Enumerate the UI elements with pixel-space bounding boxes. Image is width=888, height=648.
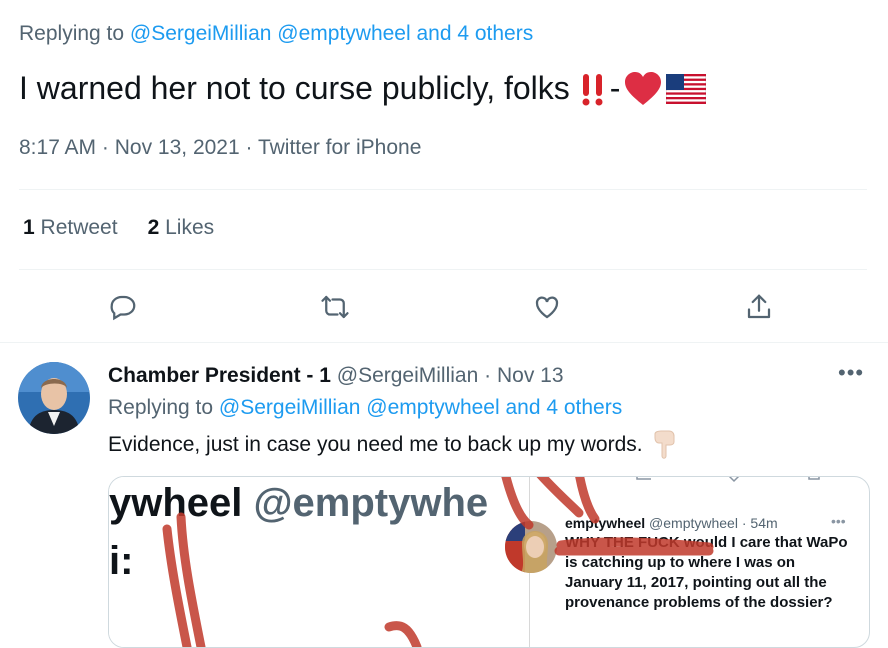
- media-big-header: ywheel @emptywhe: [109, 481, 488, 526]
- media-big-name: ywheel: [109, 481, 243, 525]
- replying-to-link[interactable]: @SergeiMillian @emptywheel and 4 others: [130, 22, 533, 45]
- tweet-text: I warned her not to curse publicly, folk…: [19, 70, 707, 107]
- tweet-meta: 8:17 AM · Nov 13, 2021 · Twitter for iPh…: [19, 136, 422, 159]
- media-inner-text: WHY THE FUCK would I care that WaPo is c…: [565, 534, 848, 611]
- us-flag-icon: [666, 73, 707, 104]
- likes-stat[interactable]: 2 Likes: [148, 216, 215, 240]
- media-big-line2: i:: [109, 539, 134, 583]
- profile-photo: [18, 362, 90, 434]
- likes-count: 2: [147, 216, 160, 239]
- dash-glyph: -: [609, 70, 621, 106]
- replying-prefix: Replying to: [19, 22, 125, 45]
- retweets-label: Retweet: [40, 216, 118, 239]
- like-icon: [535, 296, 559, 319]
- retweets-stat[interactable]: 1 Retweet: [23, 216, 118, 240]
- reply-date[interactable]: Nov 13: [497, 364, 564, 387]
- media-inner-handle: @emptywheel: [649, 515, 738, 531]
- divider-mid: [19, 269, 867, 270]
- tweet-client[interactable]: Twitter for iPhone: [258, 136, 421, 159]
- divider-bottom: [0, 342, 888, 343]
- media-left-panel: ywheel @emptywhe i:: [109, 477, 529, 647]
- media-inner-name: emptywheel: [565, 515, 646, 531]
- reply-text-body: Evidence, just in case you need me to ba…: [108, 433, 643, 456]
- reply-text: Evidence, just in case you need me to ba…: [108, 430, 677, 460]
- reply-author-name[interactable]: Chamber President - 1: [108, 364, 331, 387]
- share-button[interactable]: [742, 290, 776, 324]
- tweet-date[interactable]: Nov 13, 2021: [115, 136, 240, 159]
- media-inner-header: emptywheel @emptywheel · 54m: [565, 515, 778, 531]
- reply-dot: ·: [484, 364, 492, 387]
- media-inner-more-icon: •••: [831, 513, 846, 529]
- likes-label: Likes: [165, 216, 215, 239]
- like-button[interactable]: [530, 290, 564, 324]
- tweet-text-body: I warned her not to curse publicly, folk…: [19, 70, 570, 106]
- media-image[interactable]: ywheel @emptywhe i: emptywheel @emptywhe…: [108, 476, 870, 648]
- tweet-time[interactable]: 8:17 AM: [19, 136, 96, 159]
- pointing-down-hand-icon: [654, 430, 675, 459]
- media-inner-avatar: [505, 521, 557, 573]
- avatar[interactable]: [18, 362, 90, 434]
- heart-emoji-icon: [625, 71, 662, 105]
- reply-header: Chamber President - 1 @SergeiMillian · N…: [108, 364, 564, 388]
- reply-replying-line: Replying to @SergeiMillian @emptywheel a…: [108, 396, 622, 420]
- retweet-button[interactable]: [318, 290, 352, 324]
- reply-button[interactable]: [106, 290, 140, 324]
- tweet-stats: 1 Retweet 2 Likes: [23, 216, 214, 240]
- share-icon: [747, 294, 771, 319]
- reply-replying-to-link[interactable]: @SergeiMillian @emptywheel and 4 others: [219, 396, 622, 419]
- divider-top: [19, 189, 867, 190]
- double-exclamation-icon: [582, 73, 603, 105]
- retweets-count: 1: [23, 216, 35, 239]
- media-big-handle: @emptywhe: [253, 481, 489, 525]
- replying-to-line: Replying to @SergeiMillian @emptywheel a…: [19, 22, 533, 46]
- reply-icon: [110, 295, 136, 321]
- reply-author-handle[interactable]: @SergeiMillian: [337, 364, 479, 387]
- retweet-icon: [321, 295, 349, 319]
- tweet-actions: [0, 290, 888, 324]
- more-options-icon[interactable]: •••: [838, 360, 864, 386]
- media-inner-time: 54m: [750, 515, 778, 531]
- media-top-icons: [629, 477, 859, 483]
- reply-replying-prefix: Replying to: [108, 396, 214, 419]
